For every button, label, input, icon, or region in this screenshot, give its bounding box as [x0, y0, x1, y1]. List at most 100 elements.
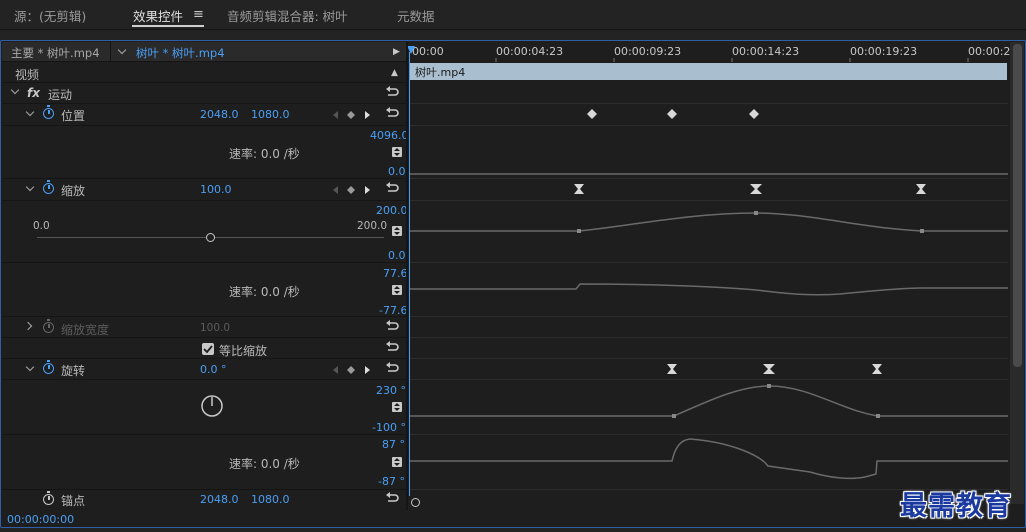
tab-source[interactable]: 源：(无剪辑) — [14, 6, 86, 25]
graph-scale-icon[interactable] — [392, 285, 402, 295]
tab-effect-controls[interactable]: 效果控件 — [133, 6, 183, 25]
anchor-y-value[interactable]: 1080.0 — [251, 493, 290, 506]
anchor-x-value[interactable]: 2048.0 — [200, 493, 239, 506]
scale-keyframes — [574, 184, 926, 194]
reset-icon[interactable] — [386, 86, 400, 98]
panel-splitter[interactable] — [406, 42, 408, 510]
row-divider — [2, 434, 406, 435]
current-timecode[interactable]: 00:00:00:00 — [7, 513, 74, 526]
sequence-header: 主要 * 树叶.mp4 树叶 * 树叶.mp4 ▶ — [2, 42, 406, 62]
tab-metadata[interactable]: 元数据 — [397, 6, 435, 25]
row-divider — [2, 200, 406, 201]
scale-width-label: 缩放宽度 — [61, 323, 110, 337]
checkmark-icon — [203, 345, 213, 354]
position-speed: 速率: 0.0 /秒 — [229, 147, 300, 161]
rotation-dial-icon[interactable] — [200, 394, 224, 418]
reset-icon[interactable] — [386, 341, 400, 353]
position-x-value[interactable]: 2048.0 — [200, 108, 239, 121]
ruler-ticks-svg — [495, 58, 969, 62]
row-divider — [2, 178, 406, 179]
zoom-handle[interactable] — [411, 498, 420, 507]
rotation-speed: 速率: 0.0 /秒 — [229, 457, 300, 471]
rotation-velocity-min: -87 ° — [378, 475, 405, 488]
row-divider — [2, 125, 406, 126]
graph-scale-icon[interactable] — [392, 457, 402, 467]
keyframe-diamond — [749, 109, 759, 119]
position-keyframes — [587, 109, 759, 119]
row-divider — [2, 489, 406, 490]
position-graph-min: 0.0 — [388, 165, 406, 178]
graph-scale-icon[interactable] — [392, 147, 402, 157]
reset-icon[interactable] — [386, 182, 400, 194]
keyframe-hourglass — [916, 184, 926, 194]
row-divider — [2, 337, 406, 338]
stopwatch-icon[interactable] — [43, 180, 54, 194]
master-clip-tab[interactable]: 主要 * 树叶.mp4 — [11, 45, 100, 61]
stopwatch-icon — [43, 319, 54, 333]
scale-graph-max: 200.0 — [376, 204, 408, 217]
active-tab-indicator — [132, 25, 204, 27]
stopwatch-icon[interactable] — [43, 105, 54, 119]
curve-point — [672, 414, 676, 418]
collapse-up-icon[interactable]: ▲ — [391, 67, 398, 79]
reset-icon[interactable] — [386, 107, 400, 119]
chevron-down-icon[interactable] — [117, 45, 127, 55]
keyframe-navigator[interactable] — [332, 185, 372, 195]
header-divider — [110, 42, 111, 62]
rotation-value[interactable]: 0.0 ° — [200, 363, 227, 376]
keyframe-hourglass — [763, 364, 775, 374]
reset-icon[interactable] — [386, 320, 400, 332]
keyframe-hourglass — [667, 364, 677, 374]
reset-icon[interactable] — [386, 492, 400, 504]
stopwatch-icon[interactable] — [43, 491, 54, 505]
scale-label: 缩放 — [61, 184, 86, 198]
scale-slider-max: 200.0 — [357, 220, 388, 232]
keyframe-navigator[interactable] — [332, 110, 372, 120]
scale-graph-min: 0.0 — [388, 249, 406, 262]
keyframe-hourglass — [750, 184, 762, 194]
rotation-keyframes — [667, 364, 882, 374]
curve-point — [920, 229, 924, 233]
curve-point — [876, 414, 880, 418]
curve-point — [767, 384, 771, 388]
video-section-label: 视频 — [15, 68, 40, 82]
row-divider — [2, 379, 406, 380]
rotation-velocity-curve — [410, 438, 1008, 480]
scale-speed: 速率: 0.0 /秒 — [229, 285, 300, 299]
keyframe-graph-area[interactable] — [410, 80, 1008, 496]
row-divider — [2, 358, 406, 359]
curve-point — [577, 229, 581, 233]
position-graph-max: 4096.0 — [370, 129, 409, 142]
row-divider — [2, 82, 406, 83]
tab-audio-clip-mixer[interactable]: 音频剪辑混合器: 树叶 — [227, 6, 348, 25]
scale-width-value: 100.0 — [200, 322, 231, 334]
uniform-scale-label: 等比缩放 — [219, 344, 268, 358]
graph-scale-icon[interactable] — [392, 226, 402, 236]
graph-scale-icon[interactable] — [392, 402, 402, 412]
play-triangle-icon[interactable]: ▶ — [393, 46, 400, 58]
keyframe-hourglass — [872, 364, 882, 374]
scale-value[interactable]: 100.0 — [200, 183, 232, 196]
time-ruler[interactable]: 00:00 00:00:04:23 00:00:09:23 00:00:14:2… — [408, 42, 1010, 62]
rotation-velocity-max: 87 ° — [382, 438, 405, 451]
clip-bar[interactable] — [410, 63, 1007, 80]
rotation-value-curve — [410, 385, 1008, 417]
motion-label: 运动 — [48, 88, 73, 102]
row-divider — [2, 316, 406, 317]
hamburger-menu-icon[interactable]: ≡ — [193, 8, 204, 21]
stopwatch-icon[interactable] — [43, 360, 54, 374]
keyframe-diamond — [667, 109, 677, 119]
row-divider — [2, 103, 406, 104]
position-y-value[interactable]: 1080.0 — [251, 108, 290, 121]
vertical-scroll-thumb[interactable] — [1013, 44, 1022, 367]
row-divider — [2, 262, 406, 263]
position-label: 位置 — [61, 109, 86, 123]
scale-slider-thumb[interactable] — [205, 233, 215, 242]
uniform-scale-checkbox[interactable] — [202, 343, 214, 355]
curve-point — [754, 211, 758, 215]
anchor-label: 锚点 — [61, 494, 86, 508]
keyframe-navigator[interactable] — [332, 365, 372, 375]
reset-icon[interactable] — [386, 362, 400, 374]
fx-badge[interactable]: fx — [27, 86, 40, 100]
clip-tab[interactable]: 树叶 * 树叶.mp4 — [136, 45, 225, 61]
